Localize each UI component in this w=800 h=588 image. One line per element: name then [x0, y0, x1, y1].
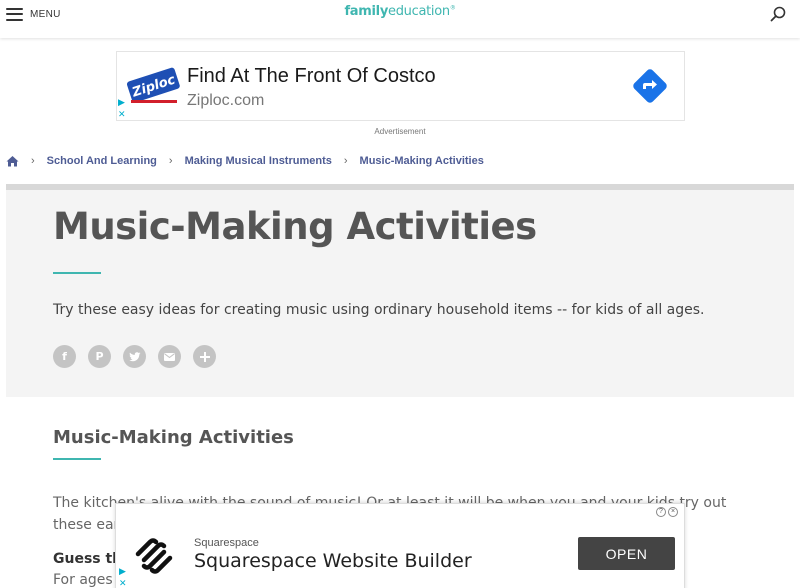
ad-close-icon[interactable]: × — [668, 507, 678, 517]
search-icon[interactable] — [770, 6, 786, 22]
ad-title[interactable]: Find At The Front Of Costco — [187, 65, 436, 88]
bottom-advertisement[interactable]: ? × Squarespace Squarespace Website Buil… — [115, 503, 685, 588]
pinterest-icon[interactable]: P — [88, 345, 111, 368]
section-heading: Music-Making Activities — [53, 427, 294, 448]
ziploc-logo: Ziploc — [127, 67, 180, 103]
ad-arrow-icon[interactable] — [632, 68, 668, 104]
page-title: Music-Making Activities — [53, 205, 537, 248]
breadcrumb: › School And Learning › Making Musical I… — [6, 153, 484, 169]
site-logo[interactable]: familyeducation® — [0, 4, 800, 19]
breadcrumb-music-making-activities[interactable]: Music-Making Activities — [360, 155, 484, 167]
breadcrumb-making-musical-instruments[interactable]: Making Musical Instruments — [185, 155, 332, 167]
ad-choices-icon[interactable]: ▶ — [118, 97, 128, 107]
ad-open-button[interactable]: OPEN — [578, 537, 675, 570]
site-header: MENU familyeducation® — [0, 0, 800, 38]
plus-icon[interactable] — [193, 345, 216, 368]
twitter-icon[interactable] — [123, 345, 146, 368]
ad-headline[interactable]: Squarespace Website Builder — [194, 550, 472, 572]
facebook-icon[interactable]: f — [53, 345, 76, 368]
breadcrumb-separator: › — [168, 155, 173, 167]
ad-close-icon[interactable]: ✕ — [118, 109, 128, 119]
top-advertisement[interactable]: Ziploc Find At The Front Of Costco Ziplo… — [116, 51, 685, 121]
title-divider — [53, 272, 101, 274]
breadcrumb-separator: › — [343, 155, 348, 167]
email-icon[interactable] — [158, 345, 181, 368]
ad-subtitle[interactable]: Ziploc.com — [187, 92, 264, 110]
ad-choices-icon[interactable]: ▶ — [119, 566, 129, 576]
ad-controls: ? × — [654, 507, 678, 517]
squarespace-logo-icon — [135, 538, 173, 574]
ad-info-icon[interactable]: ? — [656, 507, 666, 517]
hero-section: Music-Making Activities Try these easy i… — [6, 190, 794, 397]
advertisement-label: Advertisement — [374, 127, 426, 136]
ad-dismiss-icon[interactable]: ✕ — [119, 578, 129, 588]
home-icon[interactable] — [6, 155, 19, 167]
page-description: Try these easy ideas for creating music … — [53, 302, 705, 318]
share-buttons: f P — [53, 345, 228, 368]
section-divider — [53, 458, 101, 460]
breadcrumb-separator: › — [31, 155, 35, 167]
ad-brand[interactable]: Squarespace — [194, 537, 259, 549]
breadcrumb-school-and-learning[interactable]: School And Learning — [47, 155, 157, 167]
